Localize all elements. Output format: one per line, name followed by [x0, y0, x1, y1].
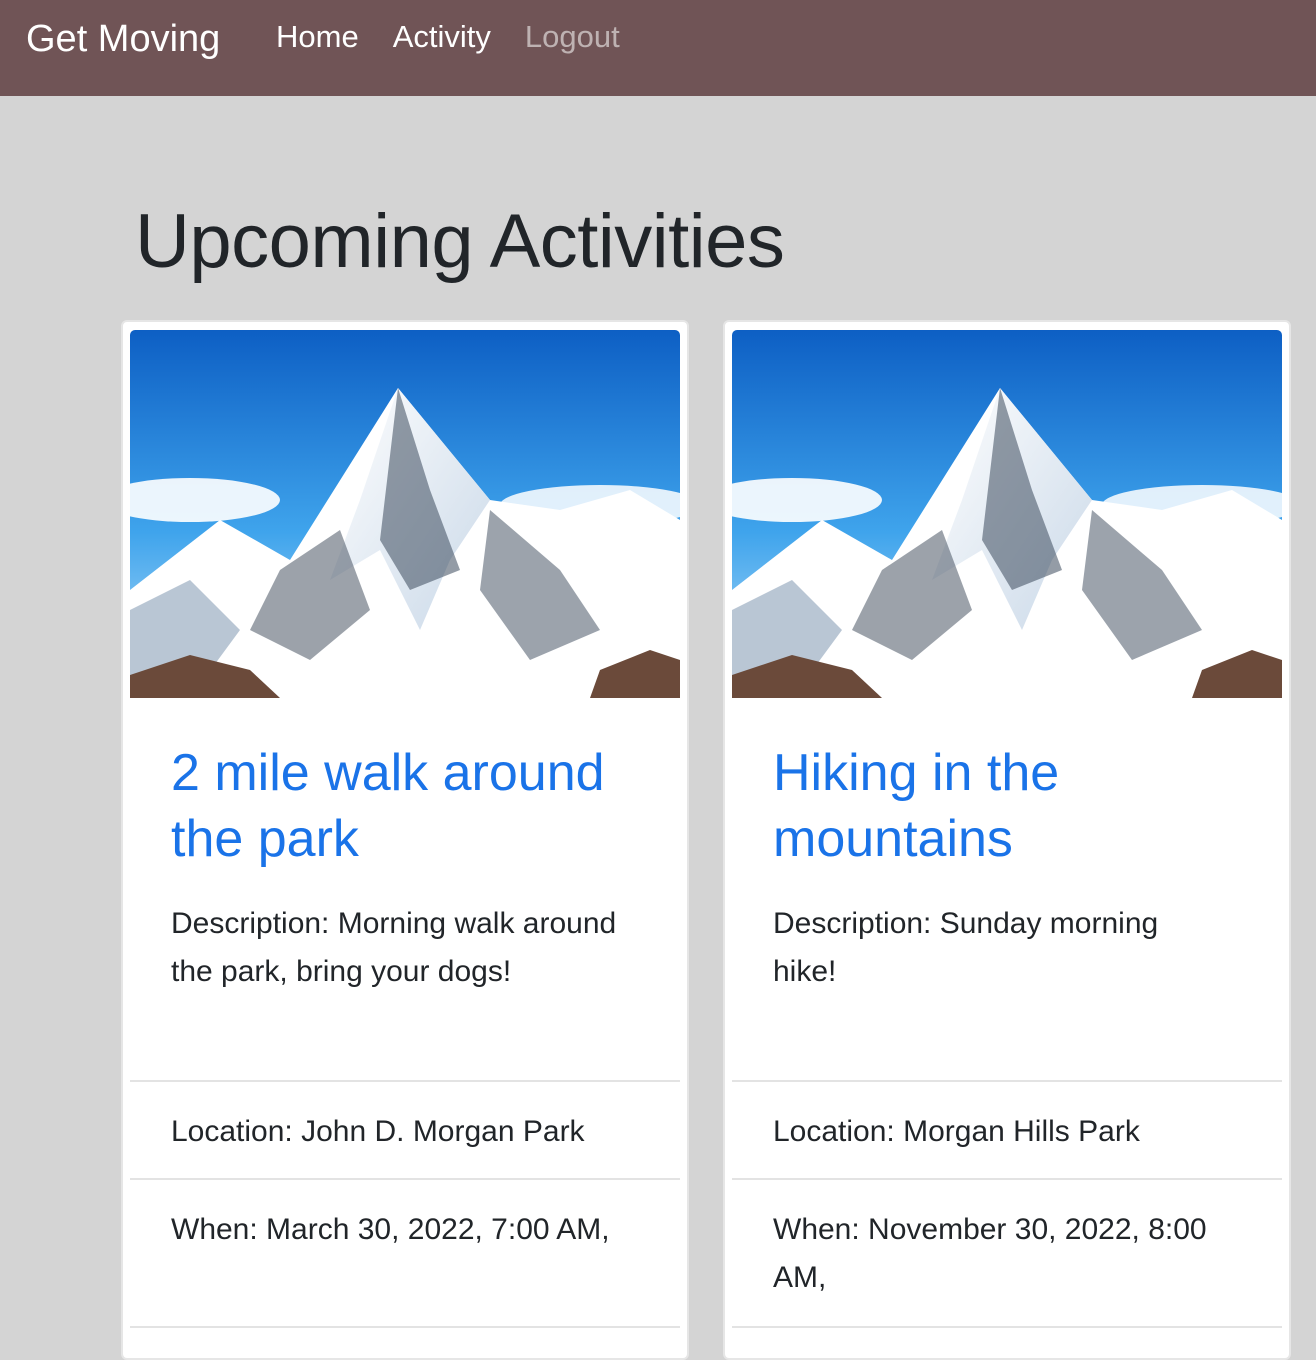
activity-title-link[interactable]: 2 mile walk around the park: [171, 740, 651, 872]
activity-when: When: November 30, 2022, 8:00 AM,: [773, 1213, 1207, 1294]
navbar: Get Moving Home Activity Logout: [0, 0, 1316, 96]
mountain-image[interactable]: [732, 330, 1282, 698]
activity-title-link[interactable]: Hiking in the mountains: [773, 740, 1253, 872]
mountain-image[interactable]: [130, 330, 680, 698]
page-title: Upcoming Activities: [135, 199, 785, 284]
activity-description: Description: Sunday morning hike!: [773, 907, 1159, 988]
activity-card: 2 mile walk around the park Description:…: [121, 320, 689, 1360]
activity-card: Hiking in the mountains Description: Sun…: [723, 320, 1291, 1360]
activity-location: Location: John D. Morgan Park: [171, 1115, 585, 1148]
divider: [130, 1326, 680, 1328]
divider: [732, 1178, 1282, 1180]
divider: [732, 1326, 1282, 1328]
activity-when: When: March 30, 2022, 7:00 AM,: [171, 1213, 610, 1246]
divider: [130, 1178, 680, 1180]
divider: [130, 1080, 680, 1082]
divider: [732, 1080, 1282, 1082]
activity-description: Description: Morning walk around the par…: [171, 907, 617, 988]
nav-link-activity[interactable]: Activity: [393, 14, 491, 60]
nav-link-home[interactable]: Home: [276, 14, 359, 60]
nav-link-logout[interactable]: Logout: [525, 14, 620, 60]
brand-link[interactable]: Get Moving: [26, 14, 220, 64]
nav-links: Home Activity Logout: [276, 14, 654, 60]
activity-location: Location: Morgan Hills Park: [773, 1115, 1140, 1148]
